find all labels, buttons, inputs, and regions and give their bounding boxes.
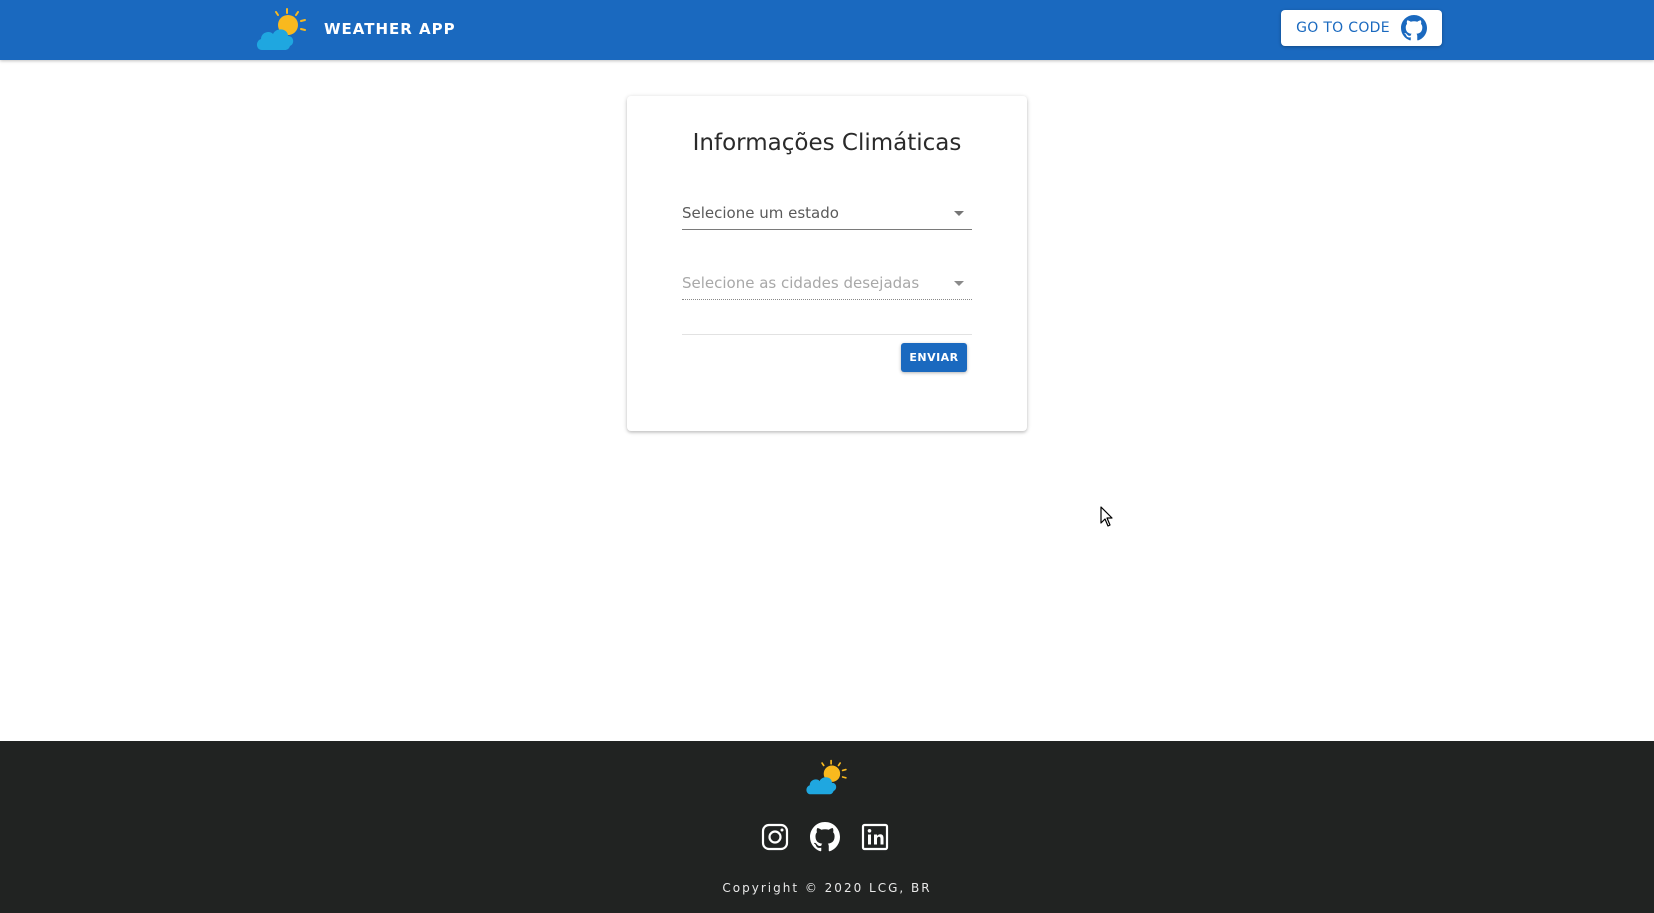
github-icon bbox=[1400, 15, 1427, 41]
sun-cloud-logo-icon bbox=[256, 8, 306, 50]
footer: Copyright © 2020 LCG, BR bbox=[0, 741, 1654, 913]
divider bbox=[682, 334, 972, 335]
copyright-text: Copyright © 2020 LCG, BR bbox=[722, 881, 932, 895]
caret-down-icon bbox=[954, 281, 964, 286]
app-title: WEATHER APP bbox=[324, 20, 456, 38]
top-app-bar: WEATHER APP GO TO CODE bbox=[0, 0, 1654, 60]
go-to-code-button[interactable]: GO TO CODE bbox=[1281, 10, 1442, 46]
cities-select-placeholder: Selecione as cidades desejadas bbox=[682, 274, 920, 292]
mouse-pointer-icon bbox=[1100, 506, 1113, 527]
submit-button[interactable]: ENVIAR bbox=[901, 343, 967, 372]
cities-select[interactable]: Selecione as cidades desejadas bbox=[682, 270, 972, 300]
brand[interactable]: WEATHER APP bbox=[254, 4, 456, 54]
linkedin-icon[interactable] bbox=[860, 822, 890, 852]
go-to-code-label: GO TO CODE bbox=[1296, 20, 1390, 36]
github-icon[interactable] bbox=[810, 822, 840, 852]
state-select-placeholder: Selecione um estado bbox=[682, 204, 839, 222]
sun-cloud-logo-icon bbox=[806, 759, 847, 795]
weather-form-card: Informações Climáticas Selecione um esta… bbox=[627, 96, 1027, 431]
state-select[interactable]: Selecione um estado bbox=[682, 200, 972, 230]
form-title: Informações Climáticas bbox=[692, 130, 962, 156]
instagram-icon[interactable] bbox=[760, 822, 790, 852]
social-links bbox=[760, 822, 890, 852]
caret-down-icon bbox=[954, 211, 964, 216]
